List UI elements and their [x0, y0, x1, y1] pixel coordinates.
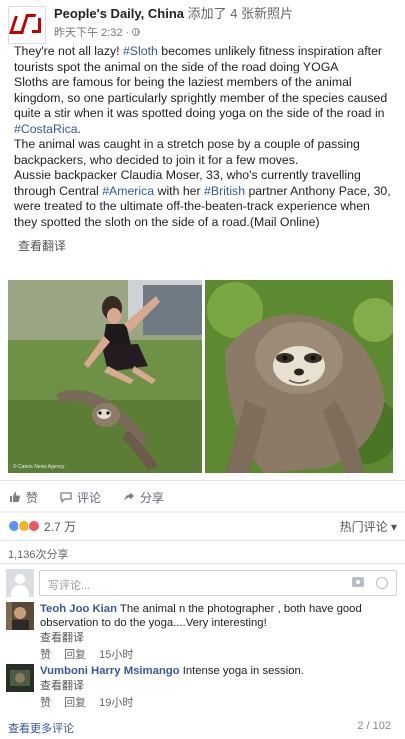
see-translation-link[interactable]: 查看翻译: [0, 230, 405, 254]
commenter-avatar-image: [6, 664, 34, 692]
comment-meta: 赞 回复 15小时: [40, 648, 397, 662]
comment-pager: 2 / 102: [357, 720, 391, 732]
share-button[interactable]: 分享: [123, 489, 164, 506]
comment-sort-dropdown[interactable]: 热门评论 ▾: [340, 518, 397, 535]
comment-item: Vumboni Harry Msimango Intense yoga in s…: [6, 664, 397, 710]
post-text-segment: Sloths are famous for being the laziest …: [14, 75, 388, 120]
love-reaction-icon: [28, 520, 40, 532]
like-label: 赞: [26, 490, 39, 505]
comment-time[interactable]: 15小时: [99, 649, 133, 661]
comment-like-link[interactable]: 赞: [40, 649, 51, 661]
divider: [0, 563, 405, 564]
photo-caption: © Caters News Agency: [13, 464, 65, 470]
globe-icon: [132, 28, 141, 36]
post-header: People's Daily, China 添加了 4 张新照片 昨天下午 2:…: [0, 0, 405, 44]
comment-label: 评论: [77, 490, 102, 505]
comment-item: Teoh Joo Kian The animal n the photograp…: [6, 602, 397, 662]
emoji-icon[interactable]: [376, 577, 388, 589]
post-paragraph: Aussie backpacker Claudia Moser, 33, who…: [14, 168, 391, 230]
comment-input[interactable]: 写评论...: [39, 570, 397, 596]
commenter-avatar-image: [6, 602, 34, 630]
comment-reply-link[interactable]: 回复: [64, 697, 86, 709]
comment-see-translation[interactable]: 查看翻译: [40, 679, 304, 693]
post-actions-bar: 赞 评论 分享: [0, 485, 405, 509]
reaction-count[interactable]: 2.7 万: [44, 518, 76, 535]
post-text-segment: They're not all lazy!: [14, 44, 123, 58]
hashtag-link[interactable]: #America: [102, 184, 154, 198]
peoples-daily-logo-icon: [9, 12, 44, 38]
photo-woman-with-sloth[interactable]: © Caters News Agency: [8, 280, 202, 473]
post-text: They're not all lazy! #Sloth becomes unl…: [0, 42, 405, 230]
share-count[interactable]: 1,136次分享: [8, 546, 69, 562]
comment-text-line: Teoh Joo Kian The animal n the photograp…: [40, 602, 397, 630]
comment-author[interactable]: Teoh Joo Kian: [40, 603, 117, 615]
thumbs-up-icon: [10, 492, 20, 502]
page-avatar-logo[interactable]: [8, 6, 46, 44]
post-paragraph: They're not all lazy! #Sloth becomes unl…: [14, 44, 391, 75]
comment-text-line: Vumboni Harry Msimango Intense yoga in s…: [40, 664, 304, 678]
comment-author[interactable]: Vumboni Harry Msimango: [40, 665, 180, 677]
photo-sloth-closeup[interactable]: [205, 280, 393, 473]
hashtag-link[interactable]: #British: [204, 184, 245, 198]
post-timestamp[interactable]: 昨天下午 2:32 ·: [54, 24, 129, 40]
comment-placeholder: 写评论...: [48, 580, 91, 592]
hashtag-link[interactable]: #CostaRica: [14, 122, 78, 136]
divider: [0, 540, 405, 541]
page-name[interactable]: People's Daily, China: [54, 6, 184, 21]
view-more-comments-link[interactable]: 查看更多评论: [8, 720, 74, 736]
facebook-post: People's Daily, China 添加了 4 张新照片 昨天下午 2:…: [0, 0, 405, 735]
user-avatar-placeholder: [6, 569, 34, 597]
photo-woman-with-sloth-image: [8, 280, 202, 473]
comment-see-translation[interactable]: 查看翻译: [40, 631, 397, 645]
photo-sloth-closeup-image: [205, 280, 393, 473]
camera-icon[interactable]: [352, 577, 364, 587]
hashtag-link[interactable]: #Sloth: [123, 44, 158, 58]
divider: [0, 480, 405, 481]
post-paragraph: Sloths are famous for being the laziest …: [14, 75, 391, 137]
divider: [0, 511, 405, 513]
post-text-segment: .: [77, 121, 81, 136]
comment-composer: 写评论...: [6, 568, 397, 598]
comment-meta: 赞 回复 19小时: [40, 696, 304, 710]
post-action-text: 添加了 4 张新照片: [187, 6, 294, 21]
comment-reply-link[interactable]: 回复: [64, 649, 86, 661]
comment-text: Intense yoga in session.: [179, 665, 304, 677]
post-text-segment: with her: [154, 183, 205, 198]
share-label: 分享: [140, 490, 165, 505]
post-paragraph: The animal was caught in a stretch pose …: [14, 137, 391, 168]
photo-grid: © Caters News Agency: [8, 280, 393, 473]
share-arrow-icon: [124, 492, 135, 501]
commenter-avatar[interactable]: [6, 664, 34, 692]
like-button[interactable]: 赞: [9, 489, 38, 506]
comment-time[interactable]: 19小时: [99, 697, 133, 709]
comment-bubble-icon: [60, 492, 72, 503]
post-text-segment: The animal was caught in a stretch pose …: [14, 137, 360, 167]
comment-button[interactable]: 评论: [60, 489, 101, 506]
reactions-row: 2.7 万 热门评论 ▾: [0, 514, 405, 538]
comment-like-link[interactable]: 赞: [40, 697, 51, 709]
commenter-avatar[interactable]: [6, 602, 34, 630]
